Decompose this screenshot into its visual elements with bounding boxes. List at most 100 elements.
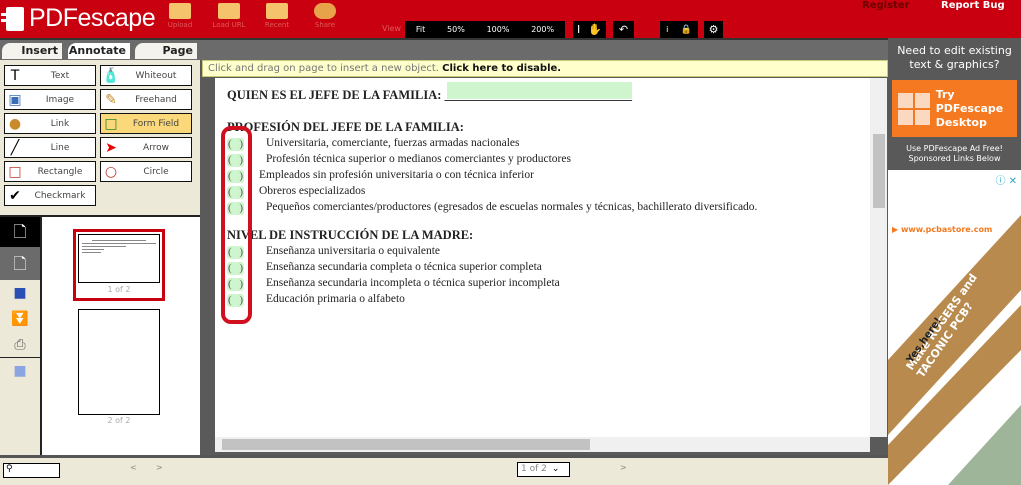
arrow-icon: ➤ <box>105 139 117 156</box>
tab-page[interactable]: Page <box>135 43 197 59</box>
ad-url: ▶ www.pcbastore.com <box>892 225 993 234</box>
ad-file-folders-image <box>948 405 1021 485</box>
tool-label: Image <box>45 94 75 105</box>
bottom-bar: ⚲ < > 1 of 2 ⌄ > <box>0 455 888 485</box>
option-text: Educación primaria o alfabeto <box>266 293 405 305</box>
save-icon[interactable]: ■ <box>0 280 40 306</box>
search-prev-button[interactable]: < <box>130 463 137 472</box>
highlight-annotation <box>221 126 252 324</box>
zoom-200[interactable]: 200% <box>531 25 554 34</box>
tool-label: Freehand <box>135 94 177 105</box>
ad-info-close-icon[interactable]: ⓘ ✕ <box>995 172 1017 187</box>
tool-circle-button[interactable]: ○ Circle <box>100 161 192 182</box>
share-button[interactable]: Share <box>305 3 345 29</box>
line-icon: ╱ <box>10 139 20 156</box>
undo-icon: ↶ <box>618 23 629 36</box>
text-cursor-icon[interactable]: I <box>577 23 580 36</box>
zoom-fit[interactable]: Fit <box>416 25 425 34</box>
link-icon: ● <box>8 115 22 132</box>
recent-label: Recent <box>264 21 290 29</box>
freehand-icon: ✎ <box>105 91 117 108</box>
try-desktop-button[interactable]: Try PDFescape Desktop <box>892 80 1017 137</box>
thumbnail-page-1[interactable]: 1 of 2 <box>73 229 165 301</box>
section-heading: PROFESIÓN DEL JEFE DE LA FAMILIA: <box>227 120 464 134</box>
share-users-icon <box>314 3 336 19</box>
info-icon[interactable]: i <box>666 25 668 34</box>
chevron-down-icon: ⌄ <box>551 464 560 474</box>
download-icon[interactable]: ⏬ <box>0 306 40 332</box>
zoom-100[interactable]: 100% <box>487 25 510 34</box>
rectangle-icon: □ <box>8 163 22 180</box>
select-tools: I ✋ <box>573 21 606 38</box>
ad-free-link[interactable]: Use PDFescape Ad Free! Sponsored Links B… <box>892 144 1017 164</box>
option-text: Profesión técnica superior o medianos co… <box>266 153 571 165</box>
sponsored-ad[interactable]: ⓘ ✕ ▶ www.pcbastore.com Make ROGERS and … <box>888 170 1021 485</box>
upload-button[interactable]: Upload <box>160 3 200 29</box>
load-url-button[interactable]: Load URL <box>209 3 249 29</box>
thumbnail-page-2[interactable] <box>78 309 160 415</box>
tool-label: Form Field <box>132 118 180 129</box>
bookmark-icon[interactable]: 🗋 <box>0 247 40 280</box>
zoom-50[interactable]: 50% <box>447 25 465 34</box>
tool-label: Text <box>50 70 70 81</box>
vertical-scroll-thumb[interactable] <box>873 134 885 208</box>
hand-icon[interactable]: ✋ <box>588 23 602 36</box>
insert-notice: Click and drag on page to insert a new o… <box>202 60 888 77</box>
option-text: Enseñanza secundaria incompleta o técnic… <box>266 277 560 289</box>
tool-arrow-button[interactable]: ➤ Arrow <box>100 137 192 158</box>
pdfescape-logo[interactable]: PDFescape <box>1 4 156 33</box>
thumbnail-panel: 1 of 2 2 of 2 <box>40 215 200 455</box>
tool-whiteout-button[interactable]: 🧴 Whiteout <box>100 65 192 86</box>
ad-panel: Need to edit existing text & graphics? T… <box>888 38 1021 170</box>
search-next-button[interactable]: > <box>156 463 163 472</box>
page-view-icon[interactable]: ■ <box>0 358 40 384</box>
image-icon: ▣ <box>8 91 22 108</box>
tool-checkmark-button[interactable]: ✔ Checkmark <box>4 185 96 206</box>
print-icon[interactable]: ⎙ <box>0 332 40 358</box>
zoom-controls: Fit 50% 100% 200% <box>405 21 565 38</box>
try-desktop-label: Try PDFescape Desktop <box>935 87 1004 129</box>
tool-label: Checkmark <box>34 190 86 201</box>
next-page-button[interactable]: > <box>620 463 627 472</box>
tool-link-button[interactable]: ● Link <box>4 113 96 134</box>
tool-line-button[interactable]: ╱ Line <box>4 137 96 158</box>
lock-icon[interactable]: 🔒 <box>681 25 692 35</box>
whiteout-icon: 🧴 <box>102 67 120 84</box>
vertical-scrollbar[interactable] <box>870 78 887 437</box>
report-bug-link[interactable]: Report Bug <box>941 0 1005 11</box>
search-input[interactable]: ⚲ <box>3 463 60 478</box>
text-icon: T <box>10 67 20 84</box>
ad-headline: Need to edit existing text & graphics? <box>897 44 1012 71</box>
option-text: Enseñanza secundaria completa o técnica … <box>266 261 542 273</box>
tool-rectangle-button[interactable]: □ Rectangle <box>4 161 96 182</box>
option-text: Enseñanza universitaria o equivalente <box>266 245 441 257</box>
section-heading: NIVEL DE INSTRUCCIÓN DE LA MADRE: <box>227 228 474 242</box>
pages-icon[interactable]: 🗋 <box>0 217 40 247</box>
page-select-value: 1 of 2 <box>521 464 547 474</box>
option-text: Empleados sin profesión universitaria o … <box>259 169 534 181</box>
circle-icon: ○ <box>104 163 118 180</box>
thumbnail-label: 1 of 2 <box>107 285 131 294</box>
undo-button[interactable]: ↶ <box>613 21 634 38</box>
tool-image-button[interactable]: ▣ Image <box>4 89 96 110</box>
horizontal-scroll-thumb[interactable] <box>222 439 590 450</box>
gear-icon: ⚙ <box>708 23 719 36</box>
tool-text-button[interactable]: T Text <box>4 65 96 86</box>
tab-insert[interactable]: Insert <box>2 43 62 59</box>
tool-form-field-button[interactable]: □ Form Field <box>100 113 192 134</box>
disable-link[interactable]: Click here to disable. <box>442 63 561 74</box>
view-label: View <box>382 24 401 33</box>
tab-annotate[interactable]: Annotate <box>68 43 130 59</box>
recent-folder-icon <box>266 3 288 19</box>
thumbnail-label: 2 of 2 <box>107 416 131 425</box>
pdf-page[interactable]: QUIEN ES EL JEFE DE LA FAMILIA: ________… <box>215 78 870 437</box>
tool-freehand-button[interactable]: ✎ Freehand <box>100 89 192 110</box>
search-icon: ⚲ <box>6 464 13 474</box>
settings-button[interactable]: ⚙ <box>704 21 723 38</box>
tool-label: Rectangle <box>37 166 83 177</box>
recent-button[interactable]: Recent <box>257 3 297 29</box>
upload-folder-icon <box>169 3 191 19</box>
register-link[interactable]: Register <box>862 0 910 11</box>
notice-text: Click and drag on page to insert a new o… <box>208 63 443 74</box>
page-select[interactable]: 1 of 2 ⌄ <box>517 462 570 477</box>
